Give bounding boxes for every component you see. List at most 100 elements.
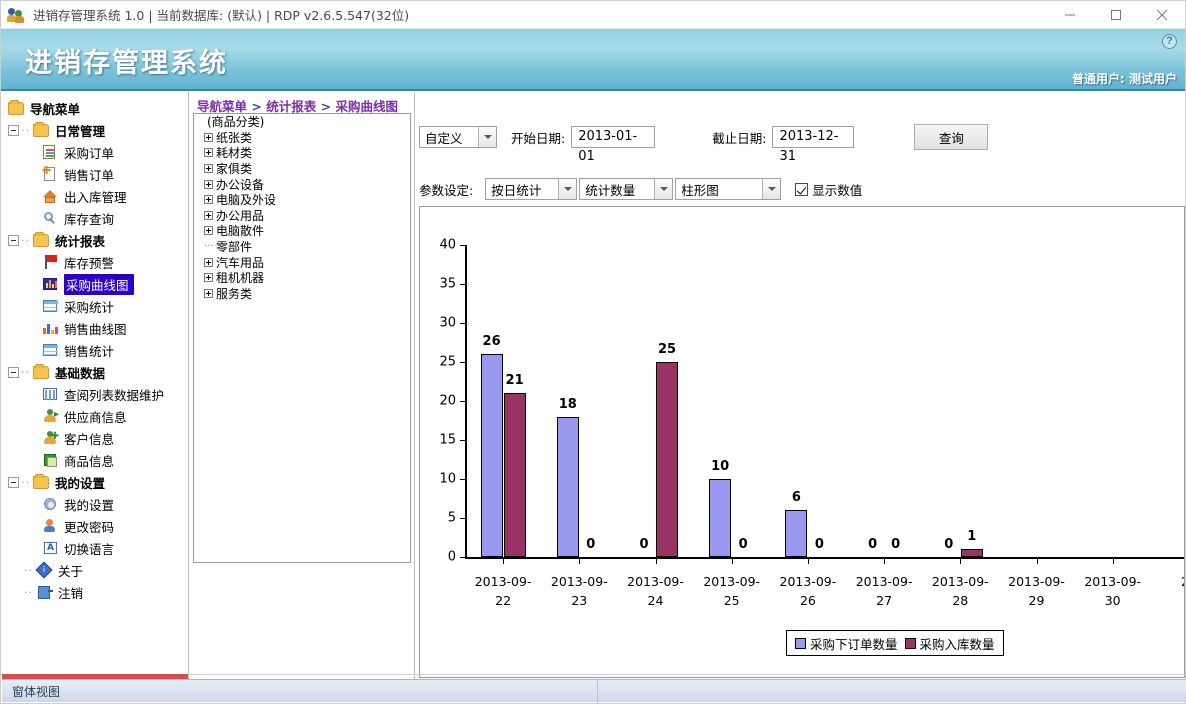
breadcrumb-item-1[interactable]: 导航菜单: [197, 99, 247, 114]
collapse-icon[interactable]: [8, 234, 19, 246]
navigation-sidebar: 导航菜单 ·· 日常管理 采购订单 ✚ 销售订单 出入库管理 库存查询 ·· 统…: [2, 92, 189, 680]
expand-icon[interactable]: [204, 210, 213, 220]
supplier-person-icon: ▸: [42, 408, 60, 424]
x-axis-tick: [884, 559, 885, 564]
chevron-down-icon[interactable]: [654, 179, 673, 199]
sidebar-item-label: 注销: [58, 585, 84, 601]
category-item[interactable]: 办公设备: [194, 176, 410, 192]
category-item-label: 汽车用品: [216, 255, 265, 270]
y-axis-tick-label: 30: [439, 315, 456, 331]
category-item[interactable]: 服务类: [194, 286, 410, 302]
expand-icon[interactable]: [204, 195, 213, 205]
expand-icon[interactable]: [204, 148, 213, 158]
sidebar-item-purchase-order[interactable]: 采购订单: [2, 141, 188, 163]
purchase-chart-panel: 0 5 10 15 20 25 30 35 40 2013-09- 22 26 21 2013-09- 23…: [419, 206, 1185, 678]
sidebar-group-reports[interactable]: ·· 统计报表: [2, 229, 188, 251]
collapse-icon[interactable]: [8, 124, 19, 136]
category-item[interactable]: 办公用品: [194, 208, 410, 224]
show-values-checkbox[interactable]: 显示数值: [795, 180, 862, 199]
sidebar-group-label: 我的设置: [55, 475, 106, 491]
end-date-input[interactable]: 2013-12-31: [772, 126, 855, 164]
breadcrumb-item-2[interactable]: 统计报表: [266, 99, 316, 114]
sidebar-item-my-settings[interactable]: 我的设置: [2, 493, 188, 515]
category-item[interactable]: 汽车用品: [194, 254, 410, 270]
y-axis-tick-label: 0: [447, 549, 456, 565]
maximize-icon[interactable]: [1093, 1, 1139, 29]
folder-icon: [8, 100, 26, 116]
start-date-input[interactable]: 2013-01-01: [571, 126, 656, 164]
document-list-icon: [42, 144, 60, 160]
sidebar-item-warehouse[interactable]: 出入库管理: [2, 185, 188, 207]
category-item-label: 办公用品: [216, 208, 265, 223]
expand-icon[interactable]: [204, 257, 213, 267]
sidebar-group-basedata[interactable]: ·· 基础数据: [2, 361, 188, 383]
category-item[interactable]: 家俱类: [194, 161, 410, 177]
status-segment: 窗体视图: [2, 679, 598, 703]
category-item[interactable]: 纸张类: [194, 130, 410, 146]
y-axis-tick-label: 25: [439, 354, 456, 370]
chart-type-select[interactable]: 柱形图: [675, 178, 782, 200]
tree-dots: ··: [21, 475, 30, 489]
sidebar-item-stock-alert[interactable]: 库存预警: [2, 251, 188, 273]
category-item[interactable]: 电脑及外设: [194, 192, 410, 208]
sidebar-item-customer-info[interactable]: ✚ 客户信息: [2, 427, 188, 449]
chart-data-label: 1: [967, 529, 977, 545]
chevron-down-icon[interactable]: [478, 127, 496, 147]
chevron-down-icon[interactable]: [762, 179, 781, 199]
sidebar-item-label: 出入库管理: [64, 189, 127, 205]
range-preset-select[interactable]: 自定义: [419, 126, 497, 148]
category-item[interactable]: ··· 零部件: [194, 239, 410, 255]
category-item[interactable]: 租机机器: [194, 270, 410, 286]
product-box-icon: [42, 452, 60, 468]
category-item[interactable]: 电脑散件: [194, 223, 410, 239]
product-category-panel[interactable]: (商品分类) 纸张类 耗材类 家俱类 办公设备 电脑及外设 办公用品 电脑散件 …: [193, 113, 411, 563]
sidebar-item-purchase-stats[interactable]: 采购统计: [2, 295, 188, 317]
expand-icon[interactable]: [204, 288, 213, 298]
collapse-icon[interactable]: [8, 366, 19, 378]
category-item[interactable]: 耗材类: [194, 145, 410, 161]
sidebar-item-lookup-maintenance[interactable]: 查阅列表数据维护: [2, 383, 188, 405]
sidebar-item-logout[interactable]: ·· 注销: [2, 581, 188, 603]
sidebar-item-label: 库存预警: [64, 255, 115, 271]
sidebar-item-purchase-chart[interactable]: 采购曲线图: [2, 273, 188, 295]
sidebar-item-sales-stats[interactable]: 销售统计: [2, 339, 188, 361]
x-axis-tick: [1037, 559, 1038, 564]
sidebar-group-mysettings[interactable]: ·· 我的设置: [2, 471, 188, 493]
checkbox-icon[interactable]: [795, 182, 809, 196]
expand-icon[interactable]: [204, 132, 213, 142]
chevron-down-icon[interactable]: [558, 179, 577, 199]
chart-data-label: 0: [891, 537, 901, 552]
sidebar-item-change-password[interactable]: 更改密码: [2, 515, 188, 537]
sidebar-item-supplier-info[interactable]: ▸ 供应商信息: [2, 405, 188, 427]
sidebar-group-daily[interactable]: ·· 日常管理: [2, 119, 188, 141]
breadcrumb-separator: >: [320, 99, 332, 114]
panel-divider: [414, 92, 415, 680]
expand-icon[interactable]: [204, 226, 213, 236]
sidebar-item-stock-query[interactable]: 库存查询: [2, 207, 188, 229]
close-icon[interactable]: [1139, 1, 1185, 29]
chart-data-label: 18: [558, 396, 577, 412]
sidebar-item-about[interactable]: ·· i 关于: [2, 559, 188, 581]
sidebar-item-product-info[interactable]: 商品信息: [2, 449, 188, 471]
sidebar-item-switch-language[interactable]: A 切换语言: [2, 537, 188, 559]
sidebar-item-sales-chart[interactable]: 销售曲线图: [2, 317, 188, 339]
expand-icon[interactable]: [204, 273, 213, 283]
help-icon[interactable]: ?: [1162, 34, 1177, 49]
measure-select[interactable]: 统计数量: [579, 178, 674, 200]
breadcrumb-item-3[interactable]: 采购曲线图: [335, 99, 398, 114]
chart-data-label: 0: [944, 537, 954, 552]
legend-label: 采购下订单数量: [810, 636, 898, 652]
group-by-select[interactable]: 按日统计: [485, 178, 578, 200]
sidebar-root-nav-menu[interactable]: 导航菜单: [2, 97, 188, 119]
query-button[interactable]: 查询: [914, 124, 989, 150]
minimize-icon[interactable]: [1047, 1, 1093, 29]
sidebar-item-sales-order[interactable]: ✚ 销售订单: [2, 163, 188, 185]
sidebar-item-label: 我的设置: [64, 497, 115, 513]
chart-data-label: 21: [505, 373, 524, 389]
expand-icon[interactable]: [204, 164, 213, 174]
expand-icon[interactable]: [204, 179, 213, 189]
x-axis-tick-label: 2013-09- 28: [931, 574, 989, 608]
collapse-icon[interactable]: [8, 476, 19, 488]
chart-legend: 采购下订单数量 采购入库数量: [786, 630, 1004, 656]
y-axis-tick-label: 15: [439, 432, 456, 448]
